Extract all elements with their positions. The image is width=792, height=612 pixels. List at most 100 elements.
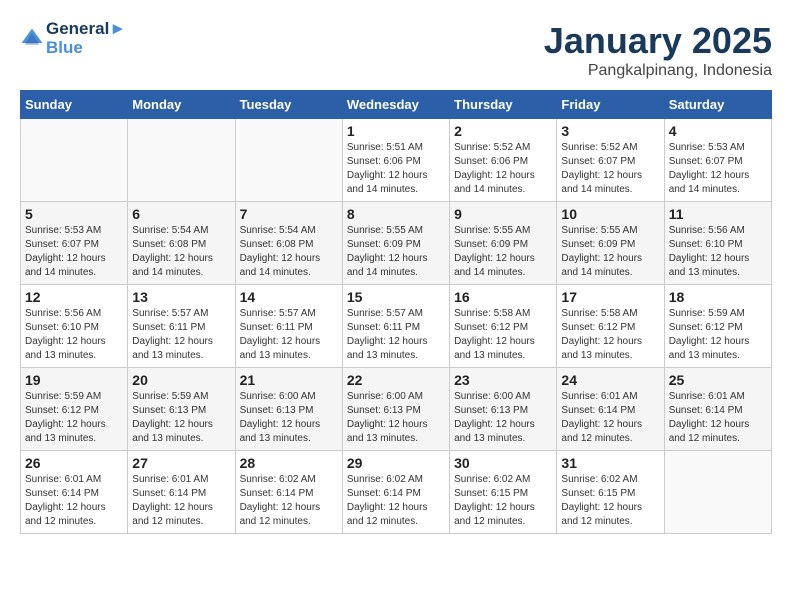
day-info: Sunrise: 5:59 AM Sunset: 6:12 PM Dayligh… bbox=[25, 390, 123, 446]
day-number: 19 bbox=[25, 372, 123, 388]
day-info: Sunrise: 6:00 AM Sunset: 6:13 PM Dayligh… bbox=[240, 390, 338, 446]
calendar-cell: 30Sunrise: 6:02 AM Sunset: 6:15 PM Dayli… bbox=[450, 451, 557, 534]
day-number: 1 bbox=[347, 123, 445, 139]
calendar-cell bbox=[128, 119, 235, 202]
logo-icon bbox=[20, 27, 44, 51]
day-number: 8 bbox=[347, 206, 445, 222]
month-title: January 2025 bbox=[544, 20, 772, 62]
day-info: Sunrise: 5:58 AM Sunset: 6:12 PM Dayligh… bbox=[454, 307, 552, 363]
day-info: Sunrise: 5:54 AM Sunset: 6:08 PM Dayligh… bbox=[132, 224, 230, 280]
calendar-cell: 29 Sunrise: 6:02 AM Sunset: 6:14 PM Dayli… bbox=[342, 451, 449, 534]
weekday-header-wednesday: Wednesday bbox=[342, 91, 449, 119]
day-number: 11 bbox=[669, 206, 767, 222]
calendar-cell bbox=[235, 119, 342, 202]
calendar-cell: 4 Sunrise: 5:53 AM Sunset: 6:07 PM Daylig… bbox=[664, 119, 771, 202]
day-info: Sunrise: 6:02 AM Sunset: 6:15 PM Dayligh… bbox=[454, 473, 552, 529]
day-number: 13 bbox=[132, 289, 230, 305]
day-info: Sunrise: 5:52 AM Sunset: 6:06 PM Dayligh… bbox=[454, 141, 552, 197]
page-header: General► Blue January 2025 Pangkalpinang… bbox=[20, 20, 772, 80]
location-subtitle: Pangkalpinang, Indonesia bbox=[544, 62, 772, 80]
day-info: Sunrise: 6:00 AM Sunset: 6:13 PM Dayligh… bbox=[454, 390, 552, 446]
day-info: Sunrise: 5:55 AM Sunset: 6:09 PM Dayligh… bbox=[454, 224, 552, 280]
day-info: Sunrise: 5:57 AM Sunset: 6:11 PM Dayligh… bbox=[132, 307, 230, 363]
day-number: 18 bbox=[669, 289, 767, 305]
day-number: 5 bbox=[25, 206, 123, 222]
calendar-cell: 17 Sunrise: 5:58 AM Sunset: 6:12 PM Dayli… bbox=[557, 285, 664, 368]
calendar-cell: 31 Sunrise: 6:02 AM Sunset: 6:15 PM Dayli… bbox=[557, 451, 664, 534]
calendar-cell: 9 Sunrise: 5:55 AM Sunset: 6:09 PM Daylig… bbox=[450, 202, 557, 285]
day-info: Sunrise: 5:56 AM Sunset: 6:10 PM Dayligh… bbox=[25, 307, 123, 363]
logo-text: General► Blue bbox=[46, 20, 126, 57]
day-number: 22 bbox=[347, 372, 445, 388]
calendar-cell: 28 Sunrise: 6:02 AM Sunset: 6:14 PM Dayli… bbox=[235, 451, 342, 534]
calendar-cell: 16 Sunrise: 5:58 AM Sunset: 6:12 PM Dayli… bbox=[450, 285, 557, 368]
day-number: 28 bbox=[240, 455, 338, 471]
day-info: Sunrise: 6:02 AM Sunset: 6:14 PM Dayligh… bbox=[240, 473, 338, 529]
day-number: 12 bbox=[25, 289, 123, 305]
day-info: Sunrise: 5:59 AM Sunset: 6:13 PM Dayligh… bbox=[132, 390, 230, 446]
day-number: 2 bbox=[454, 123, 552, 139]
calendar-cell: 21Sunrise: 6:00 AM Sunset: 6:13 PM Dayli… bbox=[235, 368, 342, 451]
calendar-week-row: 26 Sunrise: 6:01 AM Sunset: 6:14 PM Dayli… bbox=[21, 451, 772, 534]
weekday-header-thursday: Thursday bbox=[450, 91, 557, 119]
weekday-header-tuesday: Tuesday bbox=[235, 91, 342, 119]
day-info: Sunrise: 5:55 AM Sunset: 6:09 PM Dayligh… bbox=[347, 224, 445, 280]
calendar-cell: 26 Sunrise: 6:01 AM Sunset: 6:14 PM Dayli… bbox=[21, 451, 128, 534]
weekday-header-sunday: Sunday bbox=[21, 91, 128, 119]
weekday-header-saturday: Saturday bbox=[664, 91, 771, 119]
day-number: 9 bbox=[454, 206, 552, 222]
day-info: Sunrise: 5:58 AM Sunset: 6:12 PM Dayligh… bbox=[561, 307, 659, 363]
calendar-cell: 10 Sunrise: 5:55 AM Sunset: 6:09 PM Dayli… bbox=[557, 202, 664, 285]
weekday-header-monday: Monday bbox=[128, 91, 235, 119]
calendar-cell: 11Sunrise: 5:56 AM Sunset: 6:10 PM Dayli… bbox=[664, 202, 771, 285]
calendar-cell: 15Sunrise: 5:57 AM Sunset: 6:11 PM Dayli… bbox=[342, 285, 449, 368]
day-number: 14 bbox=[240, 289, 338, 305]
day-number: 29 bbox=[347, 455, 445, 471]
calendar-cell: 23 Sunrise: 6:00 AM Sunset: 6:13 PM Dayli… bbox=[450, 368, 557, 451]
calendar-cell: 18 Sunrise: 5:59 AM Sunset: 6:12 PM Dayli… bbox=[664, 285, 771, 368]
calendar-cell: 24 Sunrise: 6:01 AM Sunset: 6:14 PM Dayli… bbox=[557, 368, 664, 451]
day-info: Sunrise: 6:02 AM Sunset: 6:15 PM Dayligh… bbox=[561, 473, 659, 529]
day-info: Sunrise: 5:55 AM Sunset: 6:09 PM Dayligh… bbox=[561, 224, 659, 280]
calendar-week-row: 1 Sunrise: 5:51 AM Sunset: 6:06 PM Daylig… bbox=[21, 119, 772, 202]
calendar-cell: 7Sunrise: 5:54 AM Sunset: 6:08 PM Daylig… bbox=[235, 202, 342, 285]
day-number: 6 bbox=[132, 206, 230, 222]
day-number: 26 bbox=[25, 455, 123, 471]
calendar-week-row: 5 Sunrise: 5:53 AM Sunset: 6:07 PM Daylig… bbox=[21, 202, 772, 285]
day-info: Sunrise: 6:01 AM Sunset: 6:14 PM Dayligh… bbox=[561, 390, 659, 446]
calendar-cell: 22 Sunrise: 6:00 AM Sunset: 6:13 PM Dayli… bbox=[342, 368, 449, 451]
day-info: Sunrise: 5:59 AM Sunset: 6:12 PM Dayligh… bbox=[669, 307, 767, 363]
calendar-cell: 1 Sunrise: 5:51 AM Sunset: 6:06 PM Daylig… bbox=[342, 119, 449, 202]
weekday-header-row: SundayMondayTuesdayWednesdayThursdayFrid… bbox=[21, 91, 772, 119]
calendar-cell: 8 Sunrise: 5:55 AM Sunset: 6:09 PM Daylig… bbox=[342, 202, 449, 285]
day-number: 10 bbox=[561, 206, 659, 222]
calendar-cell: 19 Sunrise: 5:59 AM Sunset: 6:12 PM Dayli… bbox=[21, 368, 128, 451]
logo: General► Blue bbox=[20, 20, 126, 57]
day-number: 4 bbox=[669, 123, 767, 139]
calendar-cell: 3 Sunrise: 5:52 AM Sunset: 6:07 PM Daylig… bbox=[557, 119, 664, 202]
day-number: 17 bbox=[561, 289, 659, 305]
day-info: Sunrise: 5:52 AM Sunset: 6:07 PM Dayligh… bbox=[561, 141, 659, 197]
day-info: Sunrise: 5:51 AM Sunset: 6:06 PM Dayligh… bbox=[347, 141, 445, 197]
day-info: Sunrise: 6:01 AM Sunset: 6:14 PM Dayligh… bbox=[25, 473, 123, 529]
day-number: 20 bbox=[132, 372, 230, 388]
calendar-cell: 6 Sunrise: 5:54 AM Sunset: 6:08 PM Daylig… bbox=[128, 202, 235, 285]
day-number: 23 bbox=[454, 372, 552, 388]
day-info: Sunrise: 6:02 AM Sunset: 6:14 PM Dayligh… bbox=[347, 473, 445, 529]
day-number: 16 bbox=[454, 289, 552, 305]
day-info: Sunrise: 5:53 AM Sunset: 6:07 PM Dayligh… bbox=[669, 141, 767, 197]
calendar-cell: 14 Sunrise: 5:57 AM Sunset: 6:11 PM Dayli… bbox=[235, 285, 342, 368]
day-number: 3 bbox=[561, 123, 659, 139]
day-info: Sunrise: 5:57 AM Sunset: 6:11 PM Dayligh… bbox=[240, 307, 338, 363]
day-number: 31 bbox=[561, 455, 659, 471]
day-info: Sunrise: 6:01 AM Sunset: 6:14 PM Dayligh… bbox=[132, 473, 230, 529]
calendar-cell: 20 Sunrise: 5:59 AM Sunset: 6:13 PM Dayli… bbox=[128, 368, 235, 451]
calendar-cell: 12 Sunrise: 5:56 AM Sunset: 6:10 PM Dayli… bbox=[21, 285, 128, 368]
calendar-cell bbox=[664, 451, 771, 534]
day-info: Sunrise: 5:57 AM Sunset: 6:11 PM Dayligh… bbox=[347, 307, 445, 363]
calendar-cell: 25Sunrise: 6:01 AM Sunset: 6:14 PM Dayli… bbox=[664, 368, 771, 451]
day-info: Sunrise: 5:53 AM Sunset: 6:07 PM Dayligh… bbox=[25, 224, 123, 280]
day-info: Sunrise: 6:00 AM Sunset: 6:13 PM Dayligh… bbox=[347, 390, 445, 446]
calendar-week-row: 12 Sunrise: 5:56 AM Sunset: 6:10 PM Dayli… bbox=[21, 285, 772, 368]
day-number: 24 bbox=[561, 372, 659, 388]
